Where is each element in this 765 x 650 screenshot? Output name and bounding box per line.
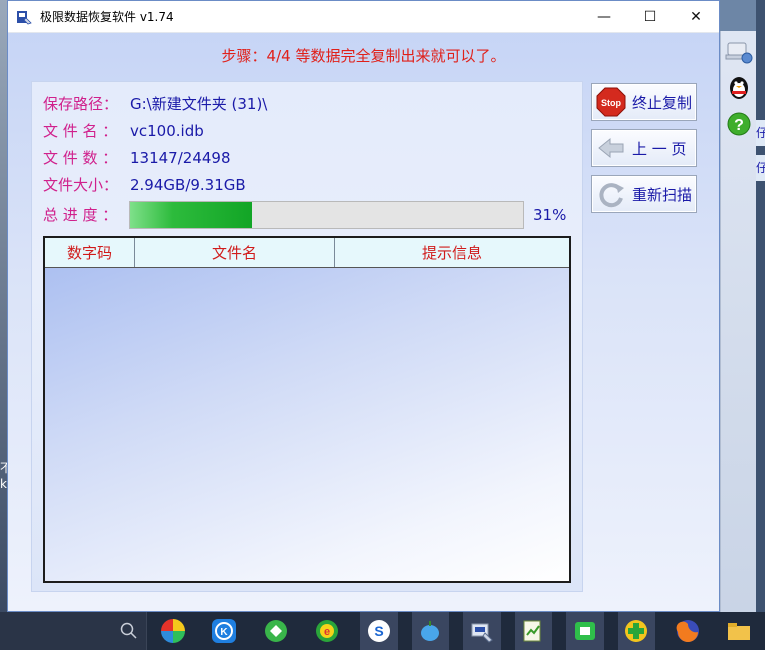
taskbar-sogou-icon[interactable]: S bbox=[360, 612, 398, 650]
right-dock: ? bbox=[720, 31, 757, 612]
file-size-value: 2.94GB/9.31GB bbox=[130, 176, 246, 194]
progress-percent: 31% bbox=[533, 206, 567, 224]
save-path-row: 保存路径： G:\新建文件夹 (31)\ bbox=[43, 93, 267, 115]
file-name-row: 文 件 名 ： vc100.idb bbox=[43, 120, 204, 142]
minimize-button[interactable]: — bbox=[581, 1, 627, 32]
title-bar[interactable]: 极限数据恢复软件 v1.74 — ☐ ✕ bbox=[8, 1, 719, 33]
desktop-right-fragment: 仔 bbox=[756, 120, 765, 146]
prev-page-label: 上 一 页 bbox=[632, 139, 687, 158]
taskbar-apple-app-icon[interactable] bbox=[411, 612, 450, 650]
column-header-filename[interactable]: 文件名 bbox=[135, 238, 335, 267]
window-title: 极限数据恢复软件 v1.74 bbox=[40, 10, 174, 24]
file-count-value: 13147/24498 bbox=[130, 149, 231, 167]
desktop-right-fragment-2: 仔 bbox=[756, 155, 765, 181]
minimize-icon: — bbox=[597, 8, 611, 25]
column-header-code[interactable]: 数字码 bbox=[45, 238, 135, 267]
maximize-icon: ☐ bbox=[643, 8, 657, 25]
step-instruction: 步骤：4/4 等数据完全复制出来就可以了。 bbox=[221, 47, 506, 65]
main-window: 极限数据恢复软件 v1.74 — ☐ ✕ 步骤：4/4 等数据完全复制出来就可以… bbox=[7, 0, 720, 612]
stop-copy-button[interactable]: Stop 终止复制 bbox=[591, 83, 697, 121]
rescan-label: 重新扫描 bbox=[632, 185, 693, 204]
svg-text:K: K bbox=[221, 627, 229, 638]
taskbar-search-box[interactable] bbox=[0, 612, 148, 650]
stop-icon: Stop bbox=[595, 86, 627, 118]
svg-text:?: ? bbox=[734, 117, 744, 134]
close-icon: ✕ bbox=[690, 8, 702, 25]
taskbar: K e S bbox=[0, 612, 765, 650]
progress-bar-fill bbox=[130, 202, 252, 228]
progress-label: 总 进 度 ： bbox=[43, 206, 118, 224]
desktop-right-edge: 仔 仔 bbox=[756, 0, 765, 612]
progress-bar bbox=[129, 201, 524, 229]
maximize-button[interactable]: ☐ bbox=[627, 1, 673, 32]
file-count-label: 文 件 数 ： bbox=[43, 149, 118, 167]
taskbar-recovery-app-icon[interactable] bbox=[463, 612, 501, 650]
table-header: 数字码 文件名 提示信息 bbox=[45, 238, 569, 268]
qq-penguin-icon[interactable] bbox=[724, 73, 754, 103]
file-count-row: 文 件 数 ： 13147/24498 bbox=[43, 147, 231, 169]
refresh-icon bbox=[595, 178, 627, 210]
taskbar-add-plus-icon[interactable] bbox=[617, 612, 656, 650]
network-settings-icon[interactable] bbox=[724, 37, 754, 67]
taskbar-k-app-icon[interactable]: K bbox=[206, 612, 244, 650]
search-icon bbox=[120, 622, 137, 639]
stop-icon-text: Stop bbox=[601, 98, 621, 108]
taskbar-pinwheel-app-icon[interactable] bbox=[154, 612, 192, 650]
file-size-label: 文件大小： bbox=[43, 176, 119, 194]
back-arrow-icon bbox=[595, 132, 627, 164]
help-icon[interactable]: ? bbox=[724, 109, 754, 139]
taskbar-notes-app-icon[interactable] bbox=[514, 612, 553, 650]
prev-page-button[interactable]: 上 一 页 bbox=[591, 129, 697, 167]
column-header-hint[interactable]: 提示信息 bbox=[335, 238, 569, 267]
taskbar-firefox-icon[interactable] bbox=[669, 612, 707, 650]
file-name-value: vc100.idb bbox=[130, 122, 204, 140]
taskbar-360-browser-icon[interactable]: e bbox=[309, 612, 347, 650]
app-icon bbox=[16, 9, 32, 25]
file-table[interactable]: 数字码 文件名 提示信息 bbox=[43, 236, 571, 583]
save-path-value: G:\新建文件夹 (31)\ bbox=[130, 95, 268, 113]
svg-text:S: S bbox=[374, 623, 383, 639]
close-button[interactable]: ✕ bbox=[673, 1, 719, 32]
taskbar-browser-green-icon[interactable] bbox=[257, 612, 295, 650]
file-name-label: 文 件 名 ： bbox=[43, 122, 118, 140]
stop-copy-label: 终止复制 bbox=[632, 93, 693, 112]
save-path-label: 保存路径： bbox=[43, 95, 119, 113]
file-size-row: 文件大小： 2.94GB/9.31GB bbox=[43, 174, 246, 196]
progress-row: 总 进 度 ： bbox=[43, 204, 130, 226]
taskbar-folder-icon[interactable] bbox=[721, 612, 759, 650]
taskbar-green-tool-icon[interactable] bbox=[566, 612, 604, 650]
svg-text:e: e bbox=[324, 626, 330, 638]
rescan-button[interactable]: 重新扫描 bbox=[591, 175, 697, 213]
progress-panel: 保存路径： G:\新建文件夹 (31)\ 文 件 名 ： vc100.idb 文 件… bbox=[31, 81, 583, 592]
